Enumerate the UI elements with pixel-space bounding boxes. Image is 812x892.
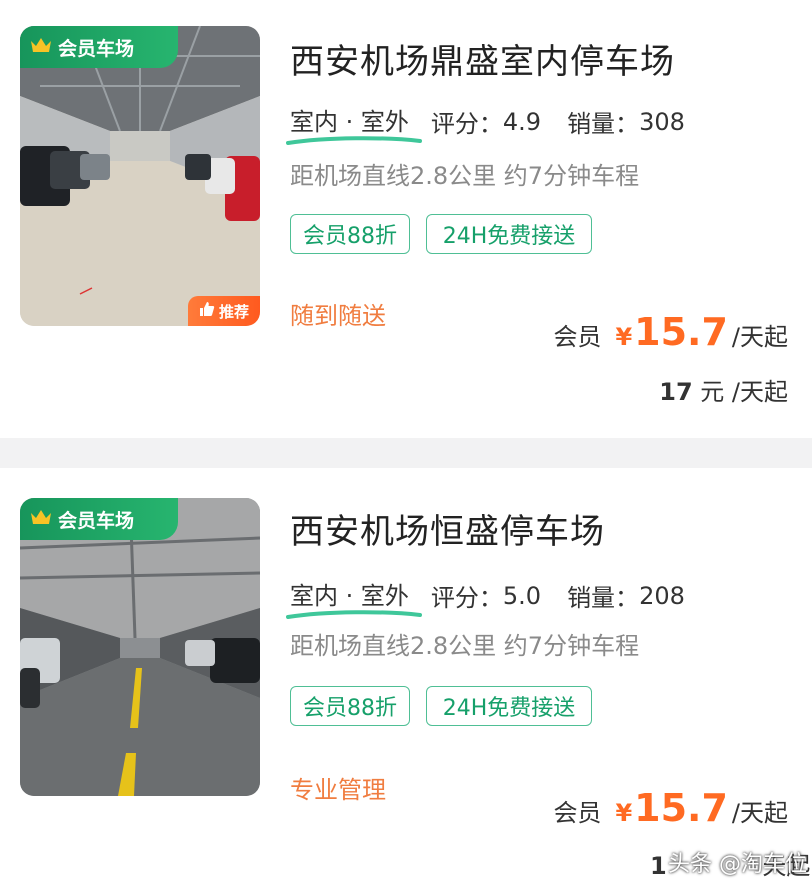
member-parking-badge: 会员车场: [20, 498, 178, 540]
price-unit: /天起: [731, 323, 788, 351]
member-price-label: 会员: [553, 323, 602, 351]
original-price-row: 17 元 /天起: [659, 372, 788, 407]
score-label: 评分：: [430, 584, 503, 612]
distance-text: 距机场直线2.8公里 约7分钟车程: [290, 632, 640, 660]
meta-row: 室内 · 室外 评分： 5.0 销量： 208: [286, 576, 685, 619]
recommend-badge: 推荐: [188, 296, 260, 326]
member-price: 15.7: [634, 786, 728, 830]
parking-lot-photo[interactable]: 会员车场 推荐: [20, 26, 260, 326]
member-price-label: 会员: [553, 799, 602, 827]
original-price-unit: 元 /天起: [692, 378, 788, 406]
parking-lot-photo[interactable]: 会员车场: [20, 498, 260, 796]
score-value: 4.9: [502, 107, 542, 136]
parking-listing-card[interactable]: 会员车场 西安机场恒盛停车场 室内 · 室外 评分： 5.0 销量： 208 距…: [0, 468, 812, 892]
currency-symbol: ¥: [615, 323, 633, 351]
member-parking-badge: 会员车场: [20, 26, 178, 68]
member-price-row: 会员 ¥ 15.7 /天起: [553, 310, 788, 354]
free-shuttle-tag: 24H免费接送: [426, 686, 592, 726]
underground-garage-image: [20, 498, 260, 796]
price-unit: /天起: [731, 799, 788, 827]
original-price: 1: [650, 852, 667, 880]
parking-listing-card[interactable]: 会员车场 推荐 西安机场鼎盛室内停车场 室内 · 室外 评分： 4.9 销量： …: [0, 0, 812, 438]
parking-lot-title[interactable]: 西安机场恒盛停车场: [290, 504, 605, 553]
service-text: 专业管理: [290, 776, 386, 804]
thumbs-up-icon: [199, 301, 215, 321]
member-badge-label: 会员车场: [58, 509, 135, 532]
meta-row: 室内 · 室外 评分： 4.9 销量： 308: [286, 102, 685, 145]
underline-swoosh-icon: [286, 610, 422, 619]
sales-value: 308: [639, 107, 685, 136]
currency-symbol: ¥: [615, 799, 633, 827]
location-type-label: 室内 · 室外: [290, 582, 409, 610]
free-shuttle-tag: 24H免费接送: [426, 214, 592, 254]
crown-icon: [30, 36, 52, 59]
recommend-label: 推荐: [218, 302, 249, 321]
member-price: 15.7: [634, 310, 728, 354]
distance-text: 距机场直线2.8公里 约7分钟车程: [290, 162, 640, 190]
score-value: 5.0: [502, 581, 542, 610]
member-discount-tag: 会员88折: [290, 686, 410, 726]
indoor-garage-image: [20, 26, 260, 326]
location-type: 室内 · 室外: [286, 576, 422, 619]
score-label: 评分：: [430, 110, 503, 138]
service-text: 随到随送: [290, 302, 386, 330]
member-discount-tag: 会员88折: [290, 214, 410, 254]
location-type: 室内 · 室外: [286, 102, 422, 145]
sales-label: 销量：: [567, 584, 640, 612]
watermark: 头条 @淘车位: [668, 852, 807, 877]
original-price: 17: [659, 378, 693, 406]
sales-value: 208: [639, 581, 685, 610]
sales-label: 销量：: [567, 110, 640, 138]
underline-swoosh-icon: [286, 136, 422, 145]
member-price-row: 会员 ¥ 15.7 /天起: [553, 786, 788, 830]
parking-lot-title[interactable]: 西安机场鼎盛室内停车场: [290, 34, 675, 83]
location-type-label: 室内 · 室外: [290, 108, 409, 136]
crown-icon: [30, 508, 52, 531]
member-badge-label: 会员车场: [58, 37, 135, 60]
